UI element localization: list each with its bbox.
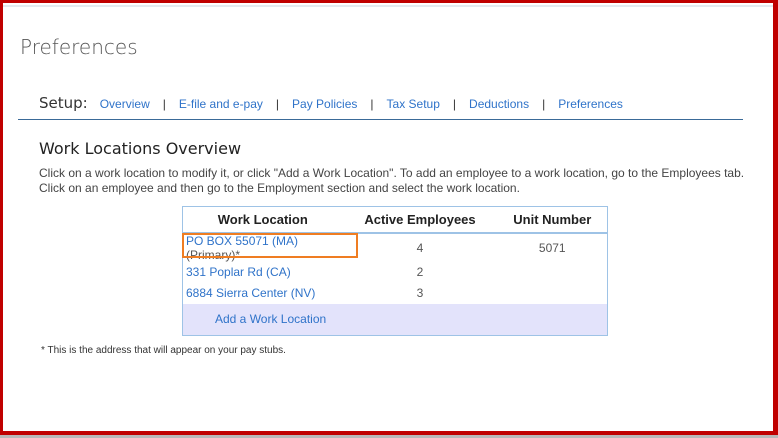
active-count: 2 <box>416 265 424 279</box>
location-link[interactable]: 6884 Sierra Center (NV) <box>186 286 315 300</box>
setup-label: Setup: <box>39 94 88 112</box>
section-description: Click on a work location to modify it, o… <box>39 166 745 195</box>
nav-deductions[interactable]: Deductions <box>469 97 529 111</box>
table-header: Work Location Active Employees Unit Numb… <box>182 206 608 234</box>
highlight-box <box>182 233 358 258</box>
setup-nav: Setup: Overview | E-file and e-pay | Pay P… <box>18 94 743 120</box>
separator: | <box>275 97 280 111</box>
window-frame: Preferences Setup: Overview | E-file and … <box>0 0 778 435</box>
table-row: 331 Poplar Rd (CA) 2 <box>183 262 608 283</box>
header-unit-number: Unit Number <box>497 206 608 234</box>
header-active-employees: Active Employees <box>342 206 498 234</box>
active-count: 3 <box>416 286 424 300</box>
separator: | <box>542 97 546 111</box>
nav-pay-policies[interactable]: Pay Policies <box>292 97 357 111</box>
location-link[interactable]: 331 Poplar Rd (CA) <box>186 265 291 279</box>
unit-number <box>498 262 608 283</box>
header-work-location: Work Location <box>182 206 343 234</box>
active-count: 4 <box>416 240 424 255</box>
nav-efile[interactable]: E-file and e-pay <box>179 97 263 111</box>
separator: | <box>452 97 457 111</box>
nav-tax-setup[interactable]: Tax Setup <box>387 97 440 111</box>
work-locations-table: Work Location Active Employees Unit Numb… <box>182 206 608 336</box>
nav-preferences[interactable]: Preferences <box>558 97 623 111</box>
page-title: Preferences <box>20 35 138 59</box>
add-row: Add a Work Location <box>182 303 608 336</box>
separator: | <box>370 97 374 111</box>
top-divider <box>3 5 773 7</box>
unit-number: 5071 <box>538 240 566 255</box>
footnote: * This is the address that will appear o… <box>41 345 286 356</box>
table-row: 6884 Sierra Center (NV) 3 <box>183 283 608 304</box>
section-title: Work Locations Overview <box>39 139 242 158</box>
add-work-location-link[interactable]: Add a Work Location <box>215 312 326 326</box>
unit-number <box>498 283 608 304</box>
separator: | <box>162 97 166 111</box>
nav-overview[interactable]: Overview <box>100 97 150 111</box>
